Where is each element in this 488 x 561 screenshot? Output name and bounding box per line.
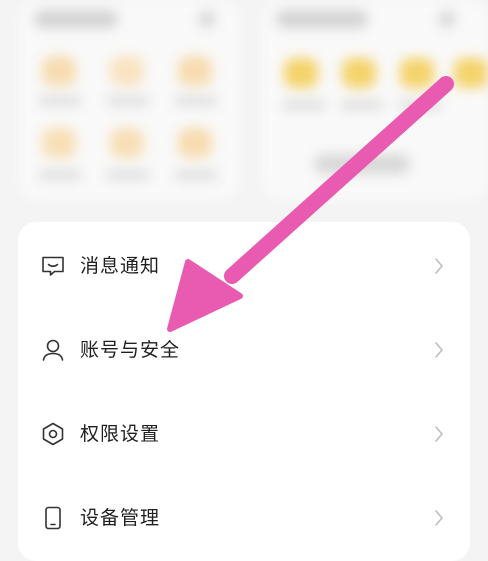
blurred-tile (400, 58, 434, 88)
blurred-label (340, 100, 384, 110)
hexagon-shield-icon (40, 421, 66, 447)
blurred-tile (178, 128, 212, 158)
blurred-tile (284, 58, 318, 88)
blurred-label (282, 100, 326, 110)
blurred-tile (42, 56, 76, 86)
blurred-tile (454, 58, 488, 88)
menu-item-label: 设备管理 (80, 507, 161, 529)
blurred-tile (42, 128, 76, 158)
blurred-dot (198, 10, 216, 28)
menu-item-label: 权限设置 (80, 423, 161, 445)
user-icon (40, 337, 66, 363)
blurred-tile (178, 56, 212, 86)
phone-icon (40, 505, 66, 531)
blurred-tile (110, 56, 144, 86)
menu-item-device-management[interactable]: 设备管理 (18, 488, 470, 548)
blurred-card-left (18, 0, 240, 200)
blurred-dot (438, 10, 456, 28)
blurred-label (174, 170, 218, 180)
blurred-label (106, 170, 150, 180)
blurred-label (38, 170, 82, 180)
blurred-tile (110, 128, 144, 158)
blurred-button (314, 154, 410, 174)
chevron-right-icon (433, 340, 445, 360)
menu-item-message-notification[interactable]: 消息通知 (18, 236, 470, 296)
blurred-top-area (0, 0, 488, 215)
blurred-label (38, 96, 82, 106)
chevron-right-icon (433, 424, 445, 444)
chevron-right-icon (433, 256, 445, 276)
settings-menu-card: 消息通知 账号与安全 权限设置 设备管理 (18, 222, 470, 561)
blurred-label (174, 96, 218, 106)
chevron-right-icon (433, 508, 445, 528)
blurred-label (106, 96, 150, 106)
blurred-title (34, 10, 118, 28)
blurred-card-right (262, 0, 488, 200)
menu-item-label: 消息通知 (80, 255, 161, 277)
blurred-title (276, 10, 368, 28)
blurred-label (398, 100, 442, 110)
menu-item-permission-settings[interactable]: 权限设置 (18, 404, 470, 464)
menu-item-label: 账号与安全 (80, 339, 181, 361)
menu-item-account-security[interactable]: 账号与安全 (18, 320, 470, 380)
message-icon (40, 253, 66, 279)
blurred-tile (342, 58, 376, 88)
